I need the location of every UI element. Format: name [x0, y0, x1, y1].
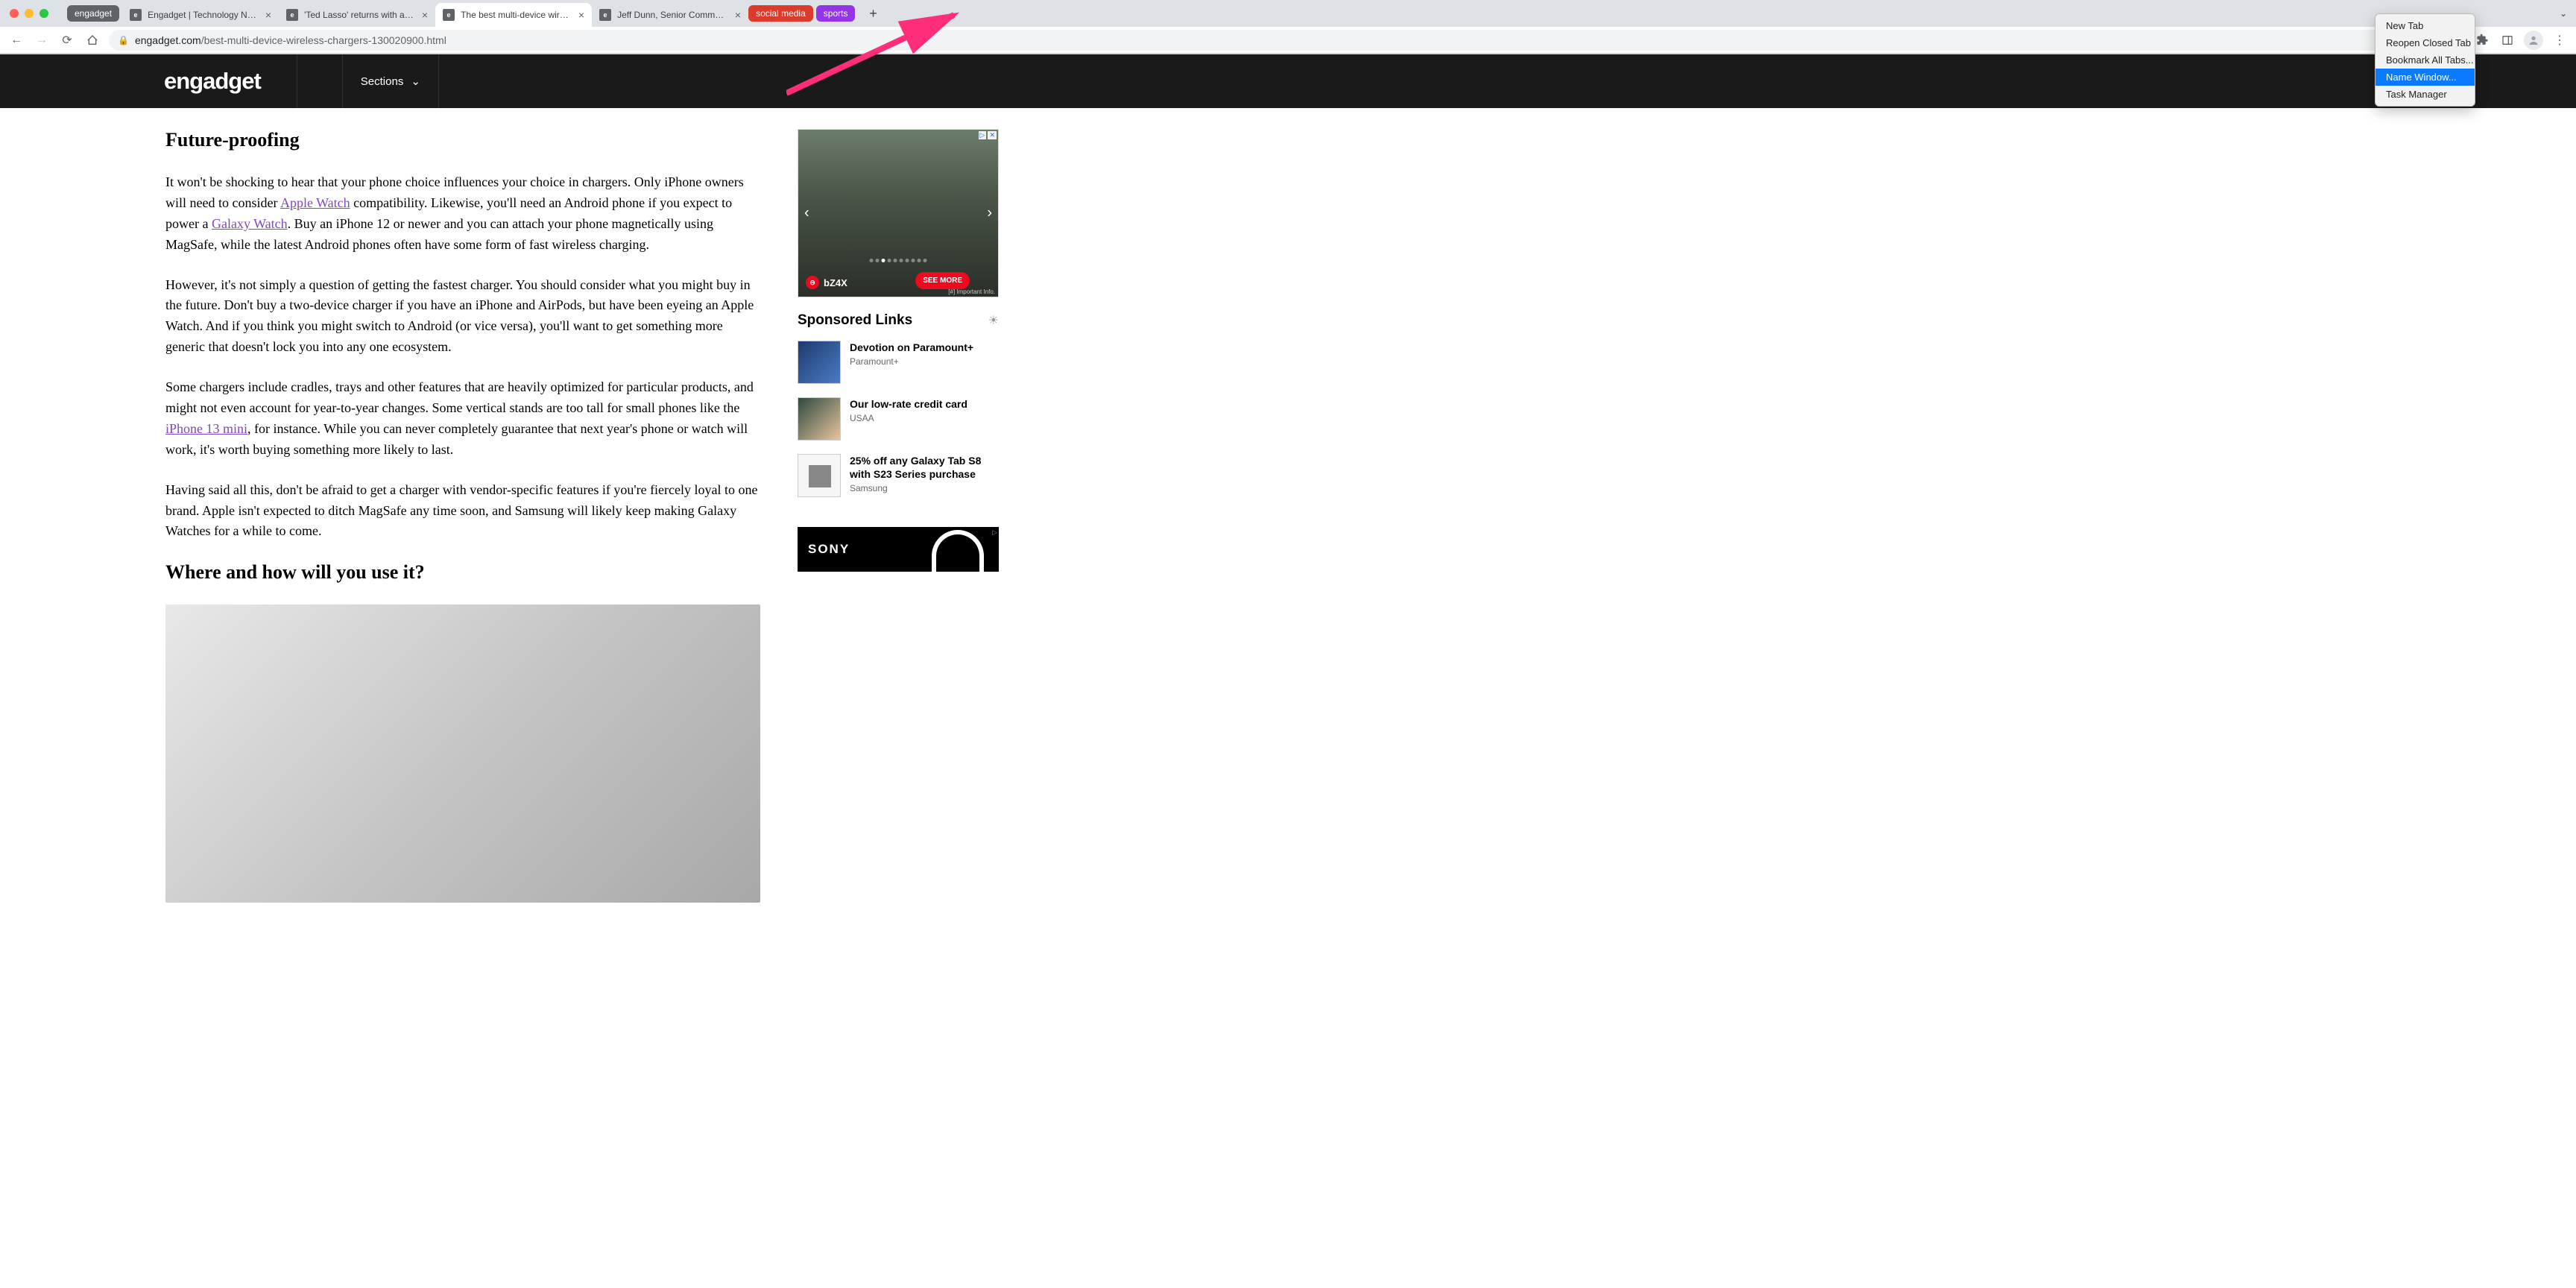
tab-group-sports[interactable]: sports [816, 5, 856, 22]
ad-brand: ⊖ bZ4X [806, 276, 847, 289]
omnibox[interactable]: 🔒 engadget.com/best-multi-device-wireles… [109, 30, 2440, 51]
article-image [165, 604, 760, 903]
heading-where-and-how: Where and how will you use it? [165, 561, 760, 584]
sponsored-thumb [798, 397, 841, 441]
tab-context-menu: New Tab Reopen Closed Tab Bookmark All T… [2375, 13, 2475, 107]
paragraph: Some chargers include cradles, trays and… [165, 377, 760, 461]
ad-carousel-dots [870, 259, 927, 262]
profile-icon [2528, 34, 2539, 46]
heading-future-proofing: Future-proofing [165, 129, 760, 151]
extensions-button[interactable] [2473, 31, 2491, 49]
tab-bar: engadget e Engadget | Technology News & … [0, 0, 2576, 27]
paragraph: It won't be shocking to hear that your p… [165, 172, 760, 256]
ad-label: ▷ ✕ [979, 131, 997, 139]
sponsored-links-title: Sponsored Links [798, 312, 912, 329]
lock-icon: 🔒 [118, 35, 129, 45]
sony-logo: SONY [808, 542, 850, 557]
tab-title: Engadget | Technology News & [148, 10, 259, 20]
sections-label: Sections [361, 75, 404, 88]
sponsored-title: 25% off any Galaxy Tab S8 with S23 Serie… [850, 454, 999, 481]
toyota-logo-icon: ⊖ [806, 276, 819, 289]
back-button[interactable]: ← [7, 31, 25, 49]
tab-jeff-dunn[interactable]: e Jeff Dunn, Senior Commerce W × [592, 3, 748, 27]
sponsored-item-usaa[interactable]: Our low-rate credit card USAA [798, 397, 999, 441]
sponsored-source: USAA [850, 413, 967, 423]
adchoices-icon[interactable]: ▷ [992, 528, 997, 537]
tab-title: The best multi-device wireless [461, 10, 572, 20]
browser-chrome: engadget e Engadget | Technology News & … [0, 0, 2576, 54]
sponsored-title: Devotion on Paramount+ [850, 341, 973, 354]
sidebar: ▷ ✕ ‹ › ⊖ bZ4X SEE MORE [#] Important In… [798, 129, 1014, 903]
site-header: engadget Sections ⌄ Login [0, 54, 2576, 108]
tab-overflow-button[interactable]: ⌄ [2560, 8, 2567, 19]
link-iphone-13-mini[interactable]: iPhone 13 mini [165, 421, 247, 436]
url-text: engadget.com/best-multi-device-wireless-… [135, 34, 446, 46]
ad-cta-button[interactable]: SEE MORE [915, 272, 970, 289]
page-content: Future-proofing It won't be shocking to … [0, 108, 2576, 903]
headphone-graphic [932, 530, 984, 572]
tab-close-icon[interactable]: × [265, 9, 271, 21]
sponsored-thumb [798, 454, 841, 497]
tab-group-engadget[interactable]: engadget [67, 5, 119, 22]
tab-close-icon[interactable]: × [422, 9, 428, 21]
sponsored-thumb [798, 341, 841, 384]
favicon-icon: e [443, 9, 455, 21]
sponsored-item-devotion[interactable]: Devotion on Paramount+ Paramount+ [798, 341, 999, 384]
sidepanel-icon [2501, 34, 2513, 46]
profile-button[interactable] [2524, 31, 2543, 50]
ad-next-button[interactable]: › [984, 202, 995, 225]
sponsored-settings-icon[interactable]: ☀ [988, 313, 999, 328]
home-icon [86, 34, 98, 46]
adchoices-icon[interactable]: ▷ [979, 131, 987, 139]
tab-best-chargers[interactable]: e The best multi-device wireless × [435, 3, 592, 27]
tab-ted-lasso[interactable]: e 'Ted Lasso' returns with a stron × [279, 3, 435, 27]
chrome-menu-button[interactable]: ⋮ [2551, 31, 2569, 49]
tab-close-icon[interactable]: × [735, 9, 741, 21]
ad-important-info[interactable]: [#] Important Info. [948, 288, 995, 295]
paragraph: However, it's not simply a question of g… [165, 275, 760, 359]
engadget-logo[interactable]: engadget [164, 68, 261, 95]
display-ad-toyota[interactable]: ▷ ✕ ‹ › ⊖ bZ4X SEE MORE [#] Important In… [798, 129, 999, 297]
display-ad-sony[interactable]: SONY ▷ [798, 527, 999, 572]
tab-title: 'Ted Lasso' returns with a stron [304, 10, 416, 20]
tab-close-icon[interactable]: × [578, 9, 584, 21]
sidepanel-button[interactable] [2498, 31, 2516, 49]
article-body: Future-proofing It won't be shocking to … [165, 129, 760, 903]
menu-reopen-closed-tab[interactable]: Reopen Closed Tab [2375, 34, 2475, 51]
new-tab-button[interactable]: + [862, 3, 883, 24]
sections-dropdown[interactable]: Sections ⌄ [342, 54, 439, 108]
menu-bookmark-all-tabs[interactable]: Bookmark All Tabs... [2375, 51, 2475, 69]
link-galaxy-watch[interactable]: Galaxy Watch [212, 216, 288, 231]
sponsored-links-header: Sponsored Links ☀ [798, 312, 999, 329]
favicon-icon: e [286, 9, 298, 21]
menu-task-manager[interactable]: Task Manager [2375, 86, 2475, 103]
link-apple-watch[interactable]: Apple Watch [280, 195, 350, 210]
reload-button[interactable]: ⟳ [58, 31, 76, 49]
ad-close-icon[interactable]: ✕ [988, 131, 997, 139]
favicon-icon: e [130, 9, 142, 21]
menu-name-window[interactable]: Name Window... [2375, 69, 2475, 86]
sponsored-title: Our low-rate credit card [850, 397, 967, 411]
paragraph: Having said all this, don't be afraid to… [165, 480, 760, 543]
sponsored-item-samsung[interactable]: 25% off any Galaxy Tab S8 with S23 Serie… [798, 454, 999, 497]
favicon-icon: e [599, 9, 611, 21]
puzzle-icon [2476, 34, 2489, 46]
sponsored-source: Paramount+ [850, 356, 973, 367]
sponsored-source: Samsung [850, 483, 999, 493]
menu-new-tab[interactable]: New Tab [2375, 17, 2475, 34]
address-bar: ← → ⟳ 🔒 engadget.com/best-multi-device-w… [0, 27, 2576, 54]
chevron-down-icon: ⌄ [411, 75, 420, 88]
ad-prev-button[interactable]: ‹ [801, 202, 812, 225]
tab-title: Jeff Dunn, Senior Commerce W [617, 10, 729, 20]
tab-group-social-media[interactable]: social media [748, 5, 813, 22]
home-button[interactable] [83, 31, 101, 49]
forward-button[interactable]: → [33, 31, 51, 49]
tab-engadget-home[interactable]: e Engadget | Technology News & × [122, 3, 279, 27]
